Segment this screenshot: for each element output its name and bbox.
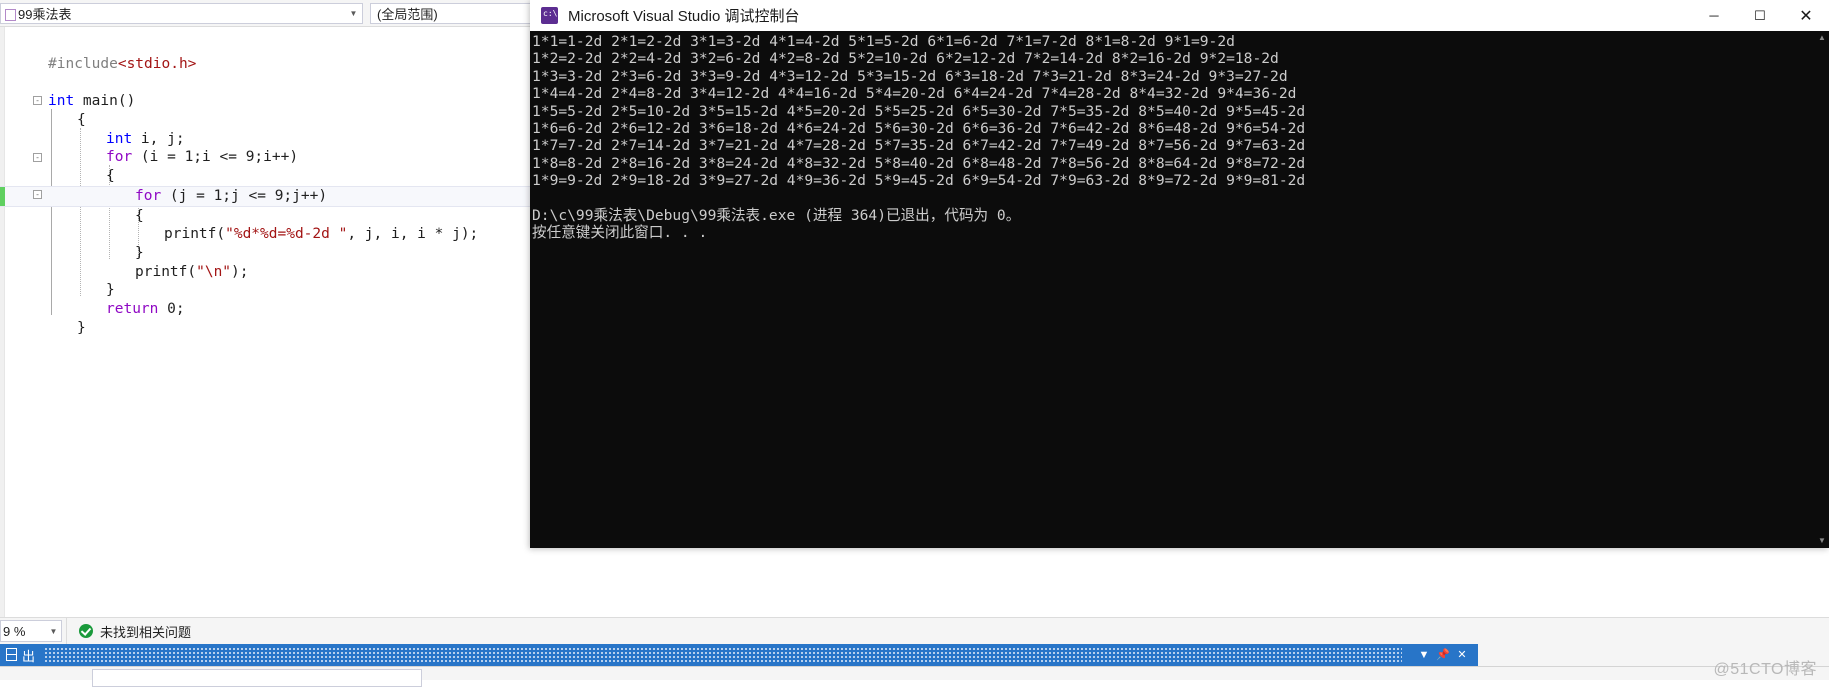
pin-icon[interactable]: 📌 bbox=[1435, 649, 1451, 661]
code-token: 0; bbox=[158, 300, 185, 317]
scroll-up-icon[interactable]: ▲ bbox=[1815, 31, 1829, 45]
code-line-text: { bbox=[28, 111, 86, 130]
output-window-body bbox=[0, 666, 1829, 687]
console-window-title: Microsoft Visual Studio 调试控制台 bbox=[568, 8, 800, 25]
editor-status-line: 9 % ▼ 未找到相关问题 bbox=[0, 617, 1829, 644]
project-icon bbox=[3, 7, 17, 21]
output-tool-window: 出 ▼ 📌 ✕ bbox=[0, 644, 1829, 687]
code-line-text: for (i = 1;i <= 9;i++) bbox=[28, 148, 298, 167]
console-title-bar[interactable]: Microsoft Visual Studio 调试控制台 ─ ☐ ✕ bbox=[530, 0, 1829, 31]
outlining-collapse-icon[interactable]: - bbox=[33, 96, 42, 106]
code-token: int bbox=[48, 93, 75, 110]
code-token: "%d*%d=%d-2d " bbox=[225, 226, 348, 243]
code-token: } bbox=[106, 282, 115, 299]
code-token: printf( bbox=[135, 263, 197, 280]
code-token: (j = 1;j <= 9;j++) bbox=[161, 187, 328, 204]
code-line-text: { bbox=[28, 207, 144, 226]
code-token: { bbox=[77, 112, 86, 129]
code-token: for bbox=[135, 187, 162, 204]
code-line-text: } bbox=[28, 281, 115, 300]
code-token: ); bbox=[231, 263, 249, 280]
outlining-collapse-icon[interactable]: - bbox=[33, 189, 42, 199]
scroll-down-icon[interactable]: ▼ bbox=[1815, 534, 1829, 548]
maximize-button[interactable]: ☐ bbox=[1737, 0, 1783, 31]
code-line-text: printf("\n"); bbox=[28, 263, 249, 282]
output-tab-label: 出 bbox=[22, 648, 36, 664]
issues-status-indicator[interactable]: 未找到相关问题 bbox=[66, 618, 191, 644]
code-token: { bbox=[106, 168, 115, 185]
outlining-collapse-icon[interactable]: - bbox=[33, 152, 42, 162]
code-line-text: #include<stdio.h> bbox=[28, 55, 196, 74]
console-output-area[interactable]: 1*1=1-2d 2*1=2-2d 3*1=3-2d 4*1=4-2d 5*1=… bbox=[530, 31, 1829, 548]
debug-console-window[interactable]: Microsoft Visual Studio 调试控制台 ─ ☐ ✕ 1*1=… bbox=[530, 0, 1829, 548]
code-line-text: int i, j; bbox=[28, 130, 185, 149]
code-token: } bbox=[135, 244, 144, 261]
code-line-text: { bbox=[28, 167, 115, 186]
code-line-text: int main() bbox=[28, 92, 135, 111]
code-token: return bbox=[106, 300, 159, 317]
code-token: (i = 1;i <= 9;i++) bbox=[132, 149, 299, 166]
zoom-level-value: 9 % bbox=[3, 623, 26, 639]
output-window-controls[interactable]: ▼ 📌 ✕ bbox=[1408, 644, 1478, 666]
zoom-level-dropdown[interactable]: 9 % ▼ bbox=[0, 620, 62, 642]
chevron-down-icon[interactable]: ▼ bbox=[1416, 649, 1432, 661]
code-token: , j, i, i * j); bbox=[347, 226, 479, 243]
output-source-dropdown[interactable] bbox=[92, 669, 422, 687]
code-token: for bbox=[106, 149, 133, 166]
code-token: int bbox=[106, 130, 133, 147]
code-token: } bbox=[77, 319, 86, 336]
project-scope-value: 99乘法表 bbox=[18, 7, 72, 22]
console-output-text: 1*1=1-2d 2*1=2-2d 3*1=3-2d 4*1=4-2d 5*1=… bbox=[532, 33, 1306, 242]
code-token: i, j; bbox=[132, 130, 185, 147]
code-token: #include bbox=[48, 56, 118, 72]
chevron-down-icon[interactable]: ▼ bbox=[46, 627, 61, 636]
code-line-text: } bbox=[28, 319, 86, 338]
code-token: "\n" bbox=[196, 263, 232, 280]
console-app-icon bbox=[541, 7, 558, 24]
code-line-text: } bbox=[28, 244, 144, 263]
code-line-text: printf("%d*%d=%d-2d ", j, i, i * j); bbox=[28, 225, 478, 244]
close-button[interactable]: ✕ bbox=[1783, 0, 1829, 31]
code-token: <stdio.h> bbox=[117, 56, 197, 72]
console-scrollbar[interactable]: ▲ ▼ bbox=[1815, 31, 1829, 548]
tool-window-gripper[interactable] bbox=[45, 648, 1402, 662]
code-token: printf( bbox=[164, 226, 226, 243]
code-token: { bbox=[135, 207, 144, 224]
close-icon[interactable]: ✕ bbox=[1454, 649, 1470, 661]
code-token: main() bbox=[74, 93, 136, 110]
check-circle-icon bbox=[79, 624, 93, 638]
code-line-text: for (j = 1;j <= 9;j++) bbox=[28, 187, 327, 206]
minimize-button[interactable]: ─ bbox=[1691, 0, 1737, 31]
chevron-down-icon[interactable]: ▼ bbox=[345, 4, 362, 23]
output-tab-header[interactable]: 出 bbox=[0, 644, 1408, 666]
watermark-label: @51CTO博客 bbox=[1713, 661, 1817, 678]
project-scope-dropdown[interactable]: 99乘法表 ▼ bbox=[0, 3, 363, 24]
changed-line-marker bbox=[0, 186, 5, 206]
issues-status-label: 未找到相关问题 bbox=[100, 624, 192, 640]
code-line-text: return 0; bbox=[28, 300, 185, 319]
output-window-icon bbox=[3, 647, 21, 663]
